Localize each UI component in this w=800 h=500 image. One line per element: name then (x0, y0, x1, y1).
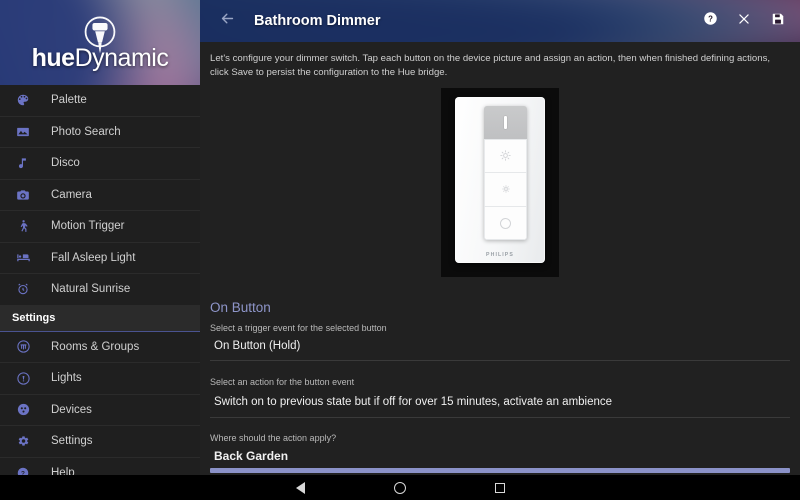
on-button[interactable] (484, 106, 527, 140)
app-logo-panel: hueDynamic (0, 0, 200, 85)
close-x-icon (737, 12, 751, 31)
action-field-label: Select an action for the button event (210, 377, 355, 387)
nav-home-button[interactable] (350, 475, 450, 500)
brightness-up-button[interactable] (484, 140, 527, 173)
nav-back-button[interactable] (250, 475, 350, 500)
logo-prefix: hue (31, 44, 75, 72)
sidebar-item-label: Photo Search (51, 125, 121, 138)
sidebar-item-rooms-and-groups[interactable]: Rooms & Groups (0, 332, 200, 363)
help-circle-icon: ? (703, 11, 718, 31)
main-content: Let's configure your dimmer switch. Tap … (200, 42, 800, 475)
light-bulb-icon (84, 16, 116, 54)
sidebar-item-label: Disco (51, 157, 80, 170)
brightness-down-button[interactable] (484, 173, 527, 207)
sidebar-item-label: Motion Trigger (51, 220, 125, 233)
action-field-underline (210, 417, 790, 418)
sidebar-nav-list[interactable]: Palette Photo Search Disco Camera Motion… (0, 85, 200, 475)
power-on-bar-icon (504, 115, 507, 129)
save-button[interactable] (768, 11, 788, 31)
camera-icon (12, 184, 34, 206)
close-button[interactable] (734, 11, 754, 31)
sidebar-item-fall-asleep-light[interactable]: Fall Asleep Light (0, 243, 200, 274)
sidebar: hueDynamic Palette Photo Search Disco Ca… (0, 0, 200, 475)
scope-field-underline-accent (210, 468, 790, 473)
sidebar-item-label: Devices (51, 403, 92, 416)
palette-icon (12, 89, 34, 111)
app-root: hueDynamic Palette Photo Search Disco Ca… (0, 0, 800, 500)
brightness-high-icon (500, 150, 511, 161)
wall-plate: PHILIPS (455, 97, 545, 263)
scope-field-label: Where should the action apply? (210, 433, 337, 443)
home-circle-icon (394, 481, 406, 494)
app-header: Bathroom Dimmer ? (200, 0, 800, 42)
sidebar-item-help[interactable]: ? Help (0, 458, 200, 475)
devices-icon (12, 399, 34, 421)
sidebar-item-label: Camera (51, 188, 92, 201)
sidebar-item-natural-sunrise[interactable]: Natural Sunrise (0, 274, 200, 305)
sidebar-item-devices[interactable]: Devices (0, 395, 200, 426)
back-button[interactable] (212, 6, 242, 36)
off-button[interactable] (484, 207, 527, 241)
dimmer-switch (484, 106, 527, 240)
alarm-clock-icon (12, 278, 34, 300)
dimmer-device-picture[interactable]: PHILIPS (441, 88, 559, 277)
intro-text: Let's configure your dimmer switch. Tap … (210, 53, 771, 78)
nav-recents-button[interactable] (450, 475, 550, 500)
help-circle-icon: ? (12, 462, 34, 475)
svg-text:?: ? (708, 14, 713, 23)
bulb-circle-icon (12, 367, 34, 389)
brand-label: PHILIPS (486, 252, 514, 258)
sidebar-item-label: Palette (51, 94, 87, 107)
header-actions: ? (700, 11, 788, 31)
sidebar-section-label: Settings (12, 311, 56, 324)
page-title: Bathroom Dimmer (254, 13, 381, 29)
brightness-low-icon (501, 185, 510, 193)
power-off-circle-icon (500, 217, 511, 229)
sidebar-item-label: Rooms & Groups (51, 340, 140, 353)
action-field-value[interactable]: Switch on to previous state but if off f… (214, 396, 612, 408)
photo-icon (12, 121, 34, 143)
gear-icon (12, 430, 34, 452)
section-title: On Button (210, 300, 271, 315)
sidebar-item-settings[interactable]: Settings (0, 426, 200, 457)
sidebar-section-header-settings: Settings (0, 304, 200, 332)
sidebar-item-label: Lights (51, 372, 82, 385)
bed-icon (12, 247, 34, 269)
rooms-icon (12, 336, 34, 358)
sidebar-item-motion-trigger[interactable]: Motion Trigger (0, 211, 200, 242)
help-button[interactable]: ? (700, 11, 720, 31)
sidebar-item-label: Fall Asleep Light (51, 251, 136, 264)
sidebar-item-camera[interactable]: Camera (0, 180, 200, 211)
trigger-field-label: Select a trigger event for the selected … (210, 323, 387, 333)
scope-field-value[interactable]: Back Garden (214, 449, 288, 463)
sidebar-item-lights[interactable]: Lights (0, 363, 200, 394)
sidebar-item-photo-search[interactable]: Photo Search (0, 117, 200, 148)
sidebar-item-label: Settings (51, 435, 93, 448)
save-floppy-icon (771, 12, 785, 31)
sidebar-item-label: Help (51, 466, 75, 475)
walking-person-icon (12, 215, 34, 237)
back-triangle-icon (295, 481, 305, 494)
music-note-icon (12, 152, 34, 174)
sidebar-item-disco[interactable]: Disco (0, 148, 200, 179)
sidebar-item-label: Natural Sunrise (51, 283, 131, 296)
trigger-field-value[interactable]: On Button (Hold) (214, 340, 300, 352)
arrow-left-icon (219, 10, 236, 32)
android-navigation-bar (0, 475, 800, 500)
sidebar-item-palette[interactable]: Palette (0, 85, 200, 116)
trigger-field-underline (210, 360, 790, 361)
recents-square-icon (495, 482, 505, 493)
